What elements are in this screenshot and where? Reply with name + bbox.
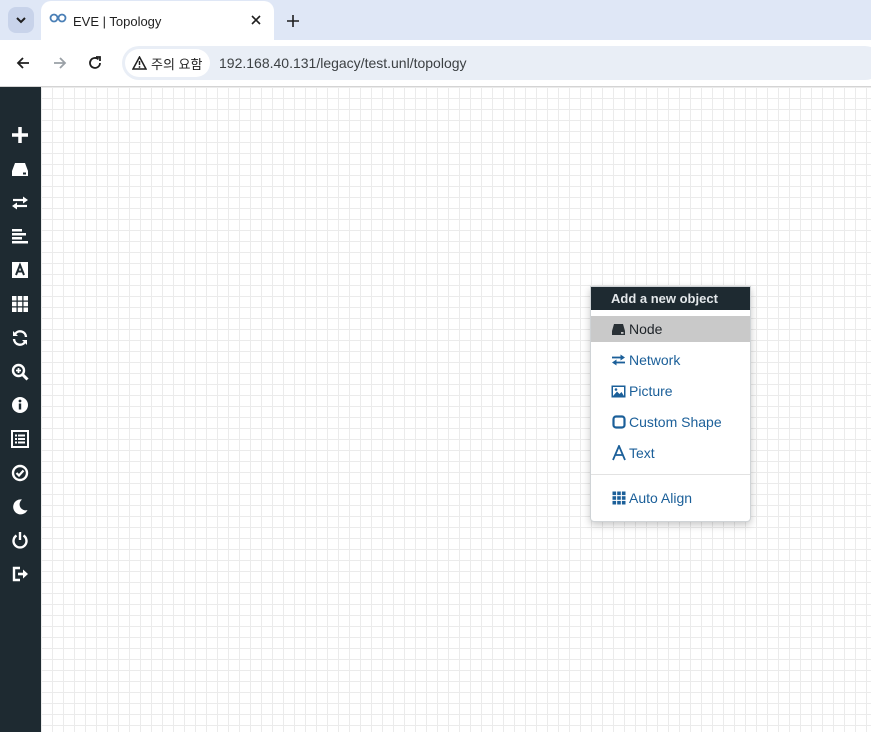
status-button[interactable] [8, 393, 32, 417]
menu-header-title: Add a new object [611, 291, 718, 306]
lock-lab-button[interactable] [8, 461, 32, 485]
plus-icon [287, 15, 299, 27]
forward-button[interactable] [48, 51, 72, 75]
shape-icon [611, 415, 626, 429]
menu-item-auto-align[interactable]: Auto Align [591, 485, 750, 511]
tab-title: EVE | Topology [73, 14, 162, 29]
security-label: 주의 요함 [151, 56, 203, 72]
add-object-button[interactable] [8, 123, 32, 147]
close-lab-button[interactable] [8, 528, 32, 552]
browser-tab[interactable]: EVE | Topology [41, 1, 274, 40]
back-button[interactable] [11, 51, 35, 75]
info-icon [12, 397, 28, 413]
exchange-icon [12, 196, 28, 210]
menu-header: Add a new object [591, 287, 750, 310]
arrow-left-icon [16, 57, 29, 69]
logout-button[interactable] [8, 562, 32, 586]
zoom-button[interactable] [8, 360, 32, 384]
moon-icon [13, 499, 28, 515]
menu-divider [591, 474, 750, 475]
address-bar[interactable]: 주의 요함 192.168.40.131/legacy/test.unl/top… [122, 46, 871, 80]
text-icon [611, 445, 626, 461]
url-text: 192.168.40.131/legacy/test.unl/topology [219, 55, 467, 71]
grid-icon [12, 296, 28, 312]
warning-icon [132, 56, 147, 70]
eve-logo-icon [49, 13, 67, 23]
menu-item-node[interactable]: Node [591, 316, 750, 342]
align-left-icon [12, 229, 28, 244]
node-icon [611, 322, 626, 336]
startup-configs-button[interactable] [8, 224, 32, 248]
list-icon [11, 430, 29, 448]
menu-item-label: Network [629, 352, 681, 368]
menu-item-label: Auto Align [629, 490, 693, 506]
plus-icon [12, 127, 28, 143]
reload-button[interactable] [83, 51, 107, 75]
security-chip[interactable]: 주의 요함 [125, 49, 210, 77]
new-tab-button[interactable] [281, 9, 305, 33]
grid-icon [611, 491, 626, 505]
arrow-right-icon [54, 57, 67, 69]
picture-icon [611, 384, 626, 398]
tab-close-button[interactable] [246, 10, 266, 30]
lab-details-button[interactable] [8, 427, 32, 451]
text-objects-button[interactable] [8, 258, 32, 282]
add-object-menu: Add a new object Node Network Picture Cu… [590, 286, 751, 522]
configured-objects-button[interactable] [8, 292, 32, 316]
menu-item-text[interactable]: Text [591, 440, 750, 466]
refresh-icon [12, 330, 28, 346]
tab-search-button[interactable] [8, 7, 34, 33]
check-circle-icon [11, 464, 29, 482]
menu-item-label: Text [629, 445, 655, 461]
close-icon [251, 15, 261, 25]
browser-toolbar: 주의 요함 192.168.40.131/legacy/test.unl/top… [0, 40, 871, 87]
nodes-button[interactable] [8, 157, 32, 181]
networks-button[interactable] [8, 191, 32, 215]
menu-item-custom-shape[interactable]: Custom Shape [591, 409, 750, 435]
dark-mode-button[interactable] [8, 495, 32, 519]
text-icon [12, 262, 28, 278]
logout-icon [12, 566, 28, 582]
chevron-down-icon [16, 17, 26, 24]
menu-item-label: Node [629, 321, 663, 337]
menu-item-label: Custom Shape [629, 414, 722, 430]
node-hdd-icon [12, 163, 28, 176]
reload-icon [89, 56, 101, 69]
menu-item-network[interactable]: Network [591, 347, 750, 373]
menu-item-picture[interactable]: Picture [591, 378, 750, 404]
sidebar [0, 87, 41, 732]
browser-tab-strip: EVE | Topology [0, 0, 871, 40]
menu-item-label: Picture [629, 383, 673, 399]
power-icon [12, 532, 28, 549]
zoom-in-icon [11, 363, 29, 381]
refresh-button[interactable] [8, 326, 32, 350]
network-icon [611, 353, 626, 367]
